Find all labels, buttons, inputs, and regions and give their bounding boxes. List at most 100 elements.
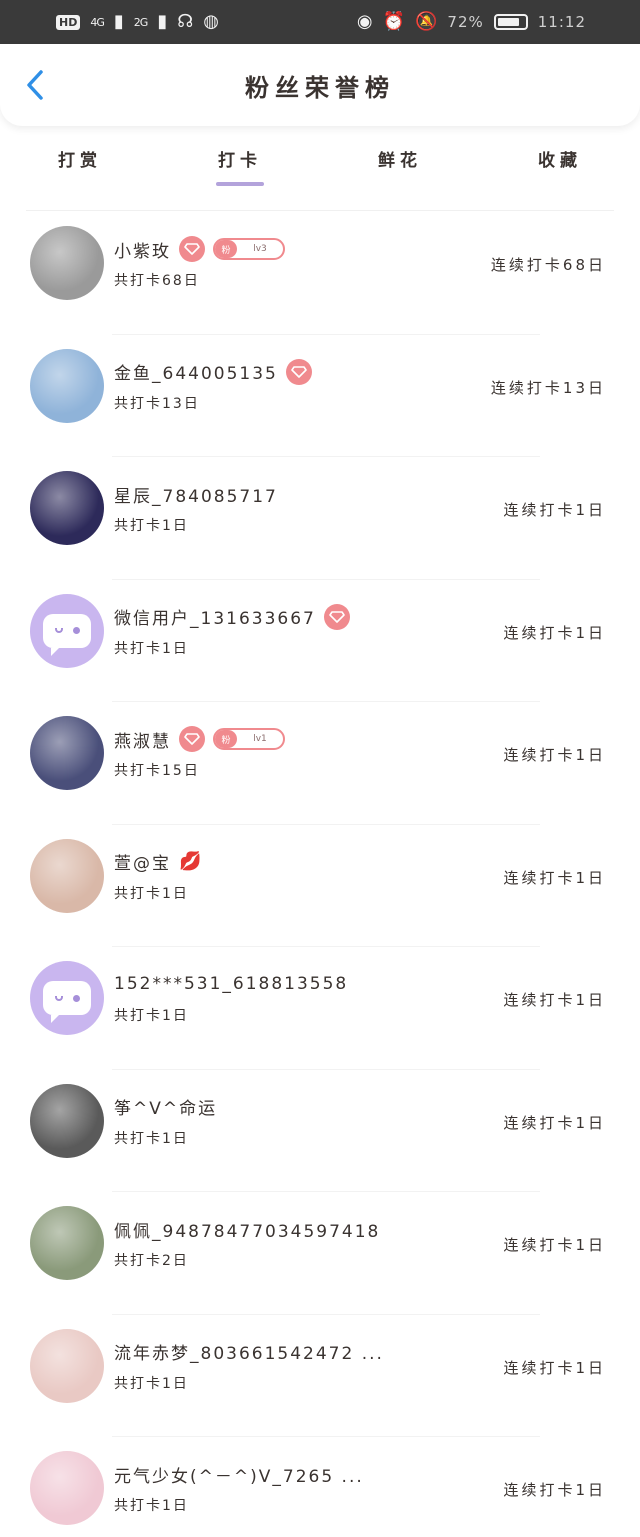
diamond-badge-icon <box>179 726 205 752</box>
streak-days: 连续打卡1日 <box>503 991 606 1009</box>
avatar[interactable] <box>30 593 104 668</box>
fan-level-badge: 粉 lv1 <box>213 728 285 750</box>
list-item[interactable]: 燕淑慧 粉 lv1 共打卡15日 连续打卡1日 <box>0 702 640 825</box>
streak-days: 连续打卡1日 <box>503 501 606 519</box>
tab-label: 鲜花 <box>378 151 422 171</box>
tab-label: 打赏 <box>58 151 102 171</box>
avatar[interactable] <box>30 1206 104 1280</box>
battery-icon <box>493 14 528 30</box>
signal-bars-icon: ▮ <box>157 11 168 32</box>
streak-days: 连续打卡1日 <box>503 1113 606 1132</box>
status-right: ◉ ⏰ 🔕 72% 11:12 <box>356 11 586 32</box>
name-line: 152***531_618813558 <box>114 969 348 999</box>
list-item[interactable]: 萱@宝 💋 共打卡1日 连续打卡1日 <box>0 825 640 948</box>
clock: 11:12 <box>537 13 586 31</box>
name-line: 微信用户_131633667 <box>114 602 350 632</box>
fan-info: 微信用户_131633667 共打卡1日 <box>114 602 350 658</box>
fan-info: 星辰_784085717 共打卡1日 <box>114 479 278 535</box>
list-item[interactable]: 星辰_784085717 共打卡1日 连续打卡1日 <box>0 457 640 580</box>
name-line: 筝^V^命运 <box>114 1092 217 1122</box>
level-value: lv3 <box>253 244 267 254</box>
tab-underline <box>376 182 424 186</box>
tab-shoucang[interactable]: 收藏 <box>480 140 640 194</box>
tab-underline <box>56 182 104 186</box>
list-item[interactable]: 流年赤梦_803661542472 ... 共打卡1日 连续打卡1日 <box>0 1315 640 1438</box>
eye-icon: ◉ <box>356 11 373 32</box>
headphones-icon: ☊ <box>177 11 194 32</box>
total-checkins: 共打卡15日 <box>114 763 200 779</box>
avatar[interactable] <box>30 716 104 790</box>
avatar[interactable] <box>30 1083 104 1158</box>
fan-name: 萱@宝 <box>114 854 171 874</box>
tab-label: 收藏 <box>538 151 582 171</box>
tab-label: 打卡 <box>218 151 262 171</box>
list-item[interactable]: 金鱼_644005135 共打卡13日 连续打卡13日 <box>0 335 640 458</box>
list-item[interactable]: 筝^V^命运 共打卡1日 连续打卡1日 <box>0 1070 640 1193</box>
streak-days: 连续打卡1日 <box>503 1236 606 1254</box>
level-prefix: 粉 <box>215 730 237 748</box>
list-item[interactable]: 小紫玫 粉 lv3 共打卡68日 连续打卡68日 <box>0 212 640 335</box>
name-line: 燕淑慧 粉 lv1 <box>114 724 285 754</box>
fan-info: 流年赤梦_803661542472 ... 共打卡1日 <box>114 1337 384 1393</box>
fan-name: 小紫玫 <box>114 241 171 262</box>
streak-days: 连续打卡13日 <box>490 378 606 397</box>
avatar[interactable] <box>30 838 104 913</box>
avatar[interactable] <box>30 226 104 300</box>
avatar[interactable] <box>30 471 104 545</box>
tab-dashang[interactable]: 打赏 <box>0 140 160 194</box>
total-checkins: 共打卡68日 <box>114 273 200 289</box>
avatar[interactable] <box>30 961 104 1035</box>
status-bar: HD 4G ▮ 2G ▮ ☊ ◍ ◉ ⏰ 🔕 72% 11:12 <box>0 0 640 44</box>
hd-badge: HD <box>56 14 81 30</box>
chevron-left-icon <box>27 70 43 100</box>
name-line: 星辰_784085717 <box>114 479 278 509</box>
fan-name: 筝^V^命运 <box>114 1099 218 1119</box>
diamond-badge-icon <box>179 236 205 262</box>
fan-info: 萱@宝 💋 共打卡1日 <box>114 847 201 903</box>
back-button[interactable] <box>22 70 48 100</box>
fan-name: 微信用户_131633667 <box>114 609 316 629</box>
fan-name: 佩佩_9487847703459741​8 <box>114 1221 381 1242</box>
signal-4g: 4G <box>90 15 104 29</box>
signal-bars-icon: ▮ <box>113 11 124 32</box>
list-item[interactable]: 佩佩_9487847703459741​8 共打卡2日 连续打卡1日 <box>0 1192 640 1315</box>
total-checkins: 共打卡1日 <box>114 1498 189 1514</box>
total-checkins: 共打卡1日 <box>114 518 189 534</box>
streak-days: 连续打卡1日 <box>503 868 606 887</box>
level-value: lv1 <box>253 734 267 744</box>
name-line: 元气少女(^－^)V_7265 ... <box>114 1459 364 1489</box>
list-item[interactable]: 元气少女(^－^)V_7265 ... 共打卡1日 连续打卡1日 <box>0 1437 640 1537</box>
tab-underline <box>536 182 584 186</box>
globe-icon: ◍ <box>203 11 219 32</box>
fan-info: 152***531_618813558 共打卡1日 <box>114 969 348 1025</box>
fan-info: 筝^V^命运 共打卡1日 <box>114 1092 217 1148</box>
fan-info: 小紫玫 粉 lv3 共打卡68日 <box>114 234 285 290</box>
diamond-badge-icon <box>285 358 312 385</box>
fan-name: 流年赤梦_803661542472 ... <box>114 1344 384 1364</box>
name-line: 小紫玫 粉 lv3 <box>114 234 285 264</box>
tab-daka[interactable]: 打卡 <box>160 140 320 194</box>
tab-xianhua[interactable]: 鲜花 <box>320 140 480 194</box>
total-checkins: 共打卡2日 <box>114 1253 189 1269</box>
list-item[interactable]: 微信用户_131633667 共打卡1日 连续打卡1日 <box>0 580 640 703</box>
chat-bubble-icon <box>43 981 91 1023</box>
avatar[interactable] <box>30 1328 104 1403</box>
list-item[interactable]: 152***531_618813558 共打卡1日 连续打卡1日 <box>0 947 640 1070</box>
diamond-badge-icon <box>323 603 350 630</box>
streak-days: 连续打卡1日 <box>503 1358 606 1377</box>
avatar[interactable] <box>30 1451 104 1525</box>
avatar[interactable] <box>30 348 104 423</box>
fan-name: 燕淑慧 <box>114 731 171 752</box>
streak-days: 连续打卡1日 <box>503 1481 606 1499</box>
name-line: 佩佩_9487847703459741​8 <box>114 1214 380 1244</box>
fan-name: 星辰_784085717 <box>114 486 278 507</box>
lips-icon: 💋 <box>179 851 202 872</box>
signal-2g: 2G <box>133 15 148 29</box>
fan-info: 佩佩_9487847703459741​8 共打卡2日 <box>114 1214 380 1270</box>
name-line: 萱@宝 💋 <box>114 847 201 877</box>
battery-percent: 72% <box>447 13 484 31</box>
streak-days: 连续打卡68日 <box>490 256 606 274</box>
total-checkins: 共打卡1日 <box>114 1008 189 1024</box>
fan-list: 小紫玫粉 lv3 共打卡68日 连续打卡68日 金鱼_644005135 共打卡13日 连续… <box>0 212 640 1537</box>
level-prefix: 粉 <box>215 240 237 258</box>
